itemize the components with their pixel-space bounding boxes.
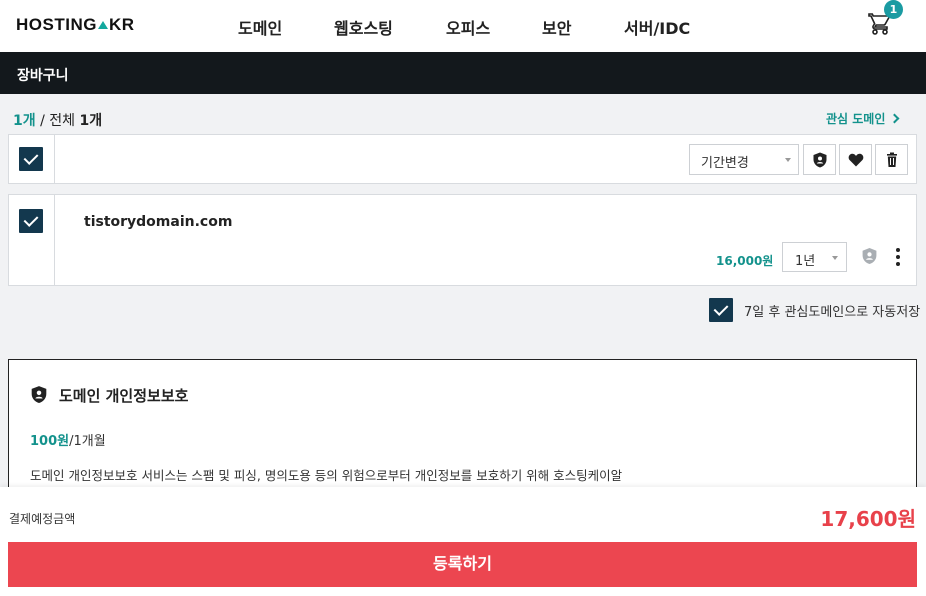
select-all-checkbox[interactable] <box>19 147 43 171</box>
more-options-icon[interactable] <box>896 248 900 269</box>
total-count: 1개 <box>79 113 103 129</box>
period-label: 1년 <box>795 254 816 269</box>
checkout-bar: 결제예정금액 17,600원 등록하기 <box>0 487 926 596</box>
shield-icon[interactable] <box>861 247 878 269</box>
privacy-protect-button[interactable] <box>803 144 836 175</box>
logo-dot-icon <box>97 21 108 29</box>
shield-icon <box>30 385 48 408</box>
privacy-price-period: /1개월 <box>69 434 106 449</box>
page-title: 장바구니 <box>17 68 69 84</box>
nav-item-webhosting[interactable]: 웹호스팅 <box>334 15 393 39</box>
privacy-description: 도메인 개인정보보호 서비스는 스팸 및 피싱, 명의도용 등의 위험으로부터 … <box>30 468 623 483</box>
register-button[interactable]: 등록하기 <box>8 542 917 587</box>
nav-item-office[interactable]: 오피스 <box>446 15 490 39</box>
item-checkbox[interactable] <box>19 209 43 233</box>
period-change-select[interactable]: 기간변경 <box>689 144 799 175</box>
nav-item-domain[interactable]: 도메인 <box>238 15 282 39</box>
nav-item-security[interactable]: 보안 <box>542 15 571 39</box>
privacy-protection-panel: 도메인 개인정보보호 100원/1개월 도메인 개인정보보호 서비스는 스팸 및… <box>8 359 917 499</box>
domain-name: tistorydomain.com <box>84 214 233 230</box>
count-separator: / 전체 <box>35 113 80 129</box>
selected-count: 1개 <box>13 113 36 129</box>
total-amount: 17,600원 <box>820 507 916 531</box>
privacy-price: 100원/1개월 <box>30 430 106 449</box>
delete-button[interactable] <box>875 144 908 175</box>
nav-item-server-idc[interactable]: 서버/IDC <box>624 15 690 39</box>
shield-icon <box>813 152 827 168</box>
divider <box>54 135 55 183</box>
autosave-checkbox[interactable] <box>709 298 733 322</box>
autosave-label: 7일 후 관심도메인으로 자동저장 <box>744 305 921 320</box>
chevron-right-icon <box>889 113 900 124</box>
total-label: 결제예정금액 <box>9 512 76 526</box>
chevron-down-icon <box>785 158 791 162</box>
chevron-down-icon <box>832 256 838 260</box>
period-select[interactable]: 1년 <box>782 242 847 272</box>
page-title-bar: 장바구니 <box>0 52 926 94</box>
item-count: 1개 / 전체 1개 <box>13 110 102 130</box>
cart-count-badge: 1 <box>884 0 903 19</box>
add-interest-button[interactable] <box>839 144 872 175</box>
logo-suffix: KR <box>108 15 135 34</box>
logo[interactable]: HOSTING KR <box>16 15 135 35</box>
interest-domain-link[interactable]: 관심 도메인 <box>826 110 900 127</box>
cart-item: tistorydomain.com 16,000원 1년 <box>8 194 917 286</box>
cart-toolbar: 기간변경 <box>8 134 917 184</box>
trash-icon <box>887 152 897 167</box>
privacy-title: 도메인 개인정보보호 <box>59 387 189 405</box>
interest-domain-label: 관심 도메인 <box>826 112 886 126</box>
divider <box>54 195 55 285</box>
heart-icon <box>848 153 864 167</box>
period-change-label: 기간변경 <box>701 156 749 171</box>
logo-text: HOSTING <box>16 15 97 34</box>
item-price: 16,000원 <box>716 254 774 268</box>
privacy-price-value: 100원 <box>30 434 70 449</box>
top-nav: HOSTING KR 도메인 웹호스팅 오피스 보안 서버/IDC 1 <box>0 0 926 52</box>
